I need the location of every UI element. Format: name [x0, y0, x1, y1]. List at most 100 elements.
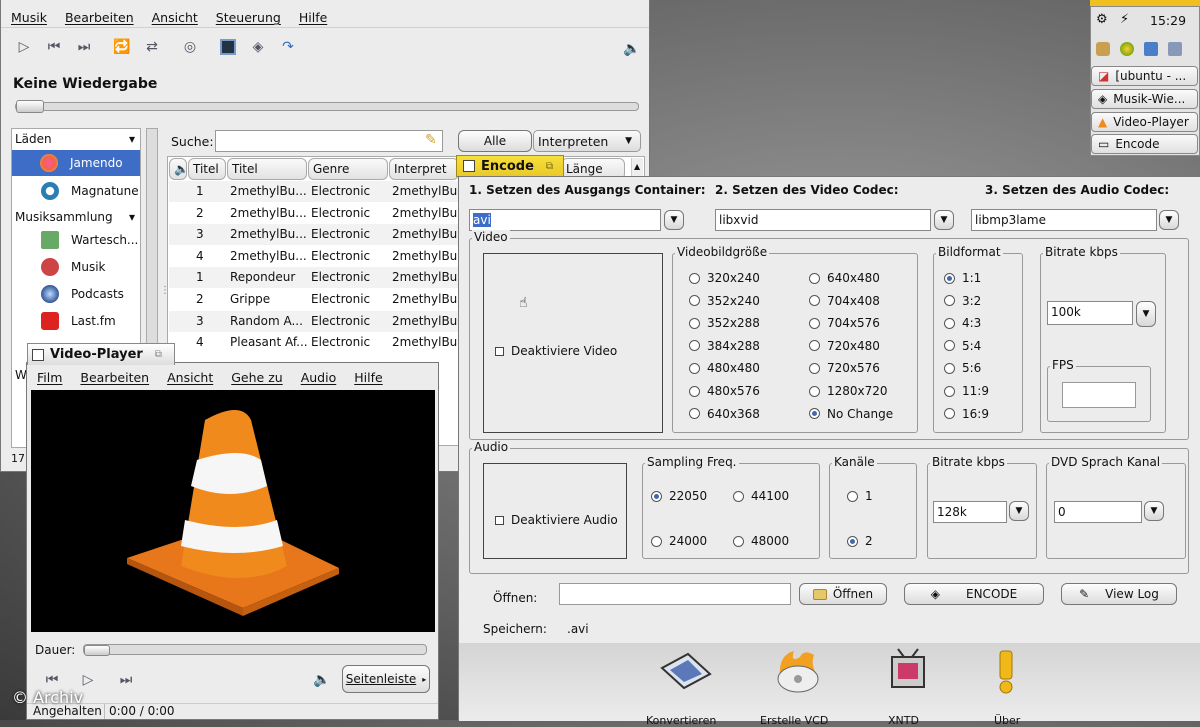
radio-indicator[interactable]: [847, 535, 858, 547]
radio-indicator[interactable]: [689, 362, 700, 374]
search-input[interactable]: [215, 130, 443, 152]
about-icon[interactable]: [976, 645, 1036, 697]
browser-icon[interactable]: [1120, 42, 1134, 56]
radio-indicator[interactable]: [847, 490, 858, 502]
frame-size-radio[interactable]: 640x480: [809, 271, 880, 285]
table-row[interactable]: 1 2methylBu... Electronic 2methylBu...: [169, 181, 469, 202]
radio-indicator[interactable]: [689, 317, 700, 329]
frame-size-radio[interactable]: 720x480: [809, 339, 880, 353]
next-icon[interactable]: ⏭: [115, 669, 137, 691]
network-icon[interactable]: ⚙: [1096, 12, 1108, 27]
aspect-radio[interactable]: 11:9: [944, 384, 989, 398]
frame-size-radio[interactable]: 640x368: [689, 407, 760, 421]
xntd-tool-icon[interactable]: [878, 645, 938, 697]
encode-button[interactable]: ◈ ENCODE: [904, 583, 1044, 605]
task-music-player[interactable]: ◈ Musik-Wie...: [1091, 89, 1198, 109]
repeat-icon[interactable]: 🔁: [111, 36, 133, 58]
column-header-title[interactable]: Titel: [227, 158, 307, 180]
radio-indicator[interactable]: [944, 362, 955, 374]
sidebar-toggle-button[interactable]: Seitenleiste ▸: [342, 665, 430, 693]
frame-size-radio[interactable]: 480x480: [689, 361, 760, 375]
frame-size-radio[interactable]: No Change: [809, 407, 893, 421]
clock[interactable]: 15:29: [1150, 13, 1186, 28]
position-slider-handle[interactable]: [16, 100, 44, 113]
video-canvas[interactable]: [31, 390, 435, 632]
column-header-status[interactable]: 🔈: [169, 158, 187, 180]
frame-size-radio[interactable]: 384x288: [689, 339, 760, 353]
table-row[interactable]: 4 Pleasant Af... Electronic 2methylBu...: [169, 332, 469, 354]
radio-indicator[interactable]: [651, 490, 662, 502]
visualization-icon[interactable]: [217, 36, 239, 58]
radio-indicator[interactable]: [689, 295, 700, 307]
frame-size-radio[interactable]: 352x288: [689, 316, 760, 330]
radio-indicator[interactable]: [689, 272, 700, 284]
radio-indicator[interactable]: [809, 340, 820, 352]
audio-bitrate-combo[interactable]: 128k: [933, 501, 1007, 523]
sidebar-item-podcasts[interactable]: Podcasts: [13, 281, 139, 307]
radio-indicator[interactable]: [944, 272, 955, 284]
window-menu-icon[interactable]: [32, 348, 44, 361]
view-log-button[interactable]: ✎ View Log: [1061, 583, 1177, 605]
menu-musik[interactable]: Musik: [11, 10, 47, 25]
menu-ansicht[interactable]: Ansicht: [152, 10, 198, 25]
table-row[interactable]: 3 Random A... Electronic 2methylBu...: [169, 310, 469, 332]
dvd-channel-combo[interactable]: 0: [1054, 501, 1142, 523]
clear-search-icon[interactable]: ✎: [425, 132, 437, 148]
table-row-handle[interactable]: ⋮: [160, 285, 170, 296]
frame-size-radio[interactable]: 480x576: [689, 384, 760, 398]
radio-indicator[interactable]: [809, 385, 820, 397]
open-button[interactable]: Öffnen: [799, 583, 887, 605]
open-path-input[interactable]: [559, 583, 791, 605]
duration-slider[interactable]: [83, 644, 427, 656]
menu-hilfe[interactable]: Hilfe: [354, 370, 382, 385]
table-row[interactable]: 2 Grippe Electronic 2methylBu...: [169, 289, 469, 310]
update-icon[interactable]: ⚡: [1120, 12, 1129, 27]
audio-bitrate-dropdown[interactable]: ▼: [1009, 501, 1029, 521]
task-video-player[interactable]: ▲ Video-Player: [1091, 112, 1198, 132]
window-menu-icon[interactable]: [463, 160, 475, 172]
position-slider[interactable]: [15, 100, 639, 113]
next-icon[interactable]: ⏭: [73, 36, 95, 58]
menu-gehe-zu[interactable]: Gehe zu: [231, 370, 282, 385]
menu-hilfe[interactable]: Hilfe: [299, 10, 327, 25]
shuffle-icon[interactable]: ⇄: [141, 36, 163, 58]
maximize-icon[interactable]: ⧉: [546, 161, 553, 172]
table-row[interactable]: 2 2methylBu... Electronic 2methylBu...: [169, 202, 469, 224]
fps-input[interactable]: [1062, 382, 1136, 408]
sidebar-item-music[interactable]: Musik: [13, 254, 139, 280]
volume-icon[interactable]: 🔈: [621, 38, 643, 60]
frame-size-radio[interactable]: 720x576: [809, 361, 880, 375]
table-row[interactable]: 1 Repondeur Electronic 2methylBu...: [169, 267, 469, 289]
settings-icon[interactable]: [1168, 42, 1182, 56]
sidebar-item-queue[interactable]: Wartesch...: [13, 227, 139, 253]
filter-select[interactable]: Interpreten ▼: [533, 130, 641, 152]
chevron-down-icon[interactable]: ▾: [129, 210, 135, 224]
import-icon[interactable]: ◎: [179, 36, 201, 58]
column-header-track[interactable]: Titel: [188, 158, 226, 180]
sidebar-item-magnatune[interactable]: Magnatune: [13, 178, 139, 204]
radio-indicator[interactable]: [809, 295, 820, 307]
jump-icon[interactable]: ↷: [277, 36, 299, 58]
radio-indicator[interactable]: [944, 295, 955, 307]
audio-codec-combo[interactable]: libmp3lame: [971, 209, 1157, 231]
maximize-icon[interactable]: ⧉: [155, 349, 162, 360]
task-encode[interactable]: ▭ Encode: [1091, 134, 1198, 154]
container-dropdown[interactable]: ▼: [664, 210, 684, 230]
radio-indicator[interactable]: [733, 535, 744, 547]
chevron-down-icon[interactable]: ▾: [129, 132, 135, 146]
previous-icon[interactable]: ⏮: [43, 36, 65, 58]
frame-size-radio[interactable]: 1280x720: [809, 384, 888, 398]
sampling-radio[interactable]: 22050: [651, 489, 707, 503]
aspect-radio[interactable]: 5:6: [944, 361, 981, 375]
aspect-radio[interactable]: 4:3: [944, 316, 981, 330]
scroll-up-icon[interactable]: ▲: [632, 162, 640, 171]
checkbox-box[interactable]: [495, 515, 504, 525]
radio-indicator[interactable]: [651, 535, 662, 547]
frame-size-radio[interactable]: 352x240: [689, 294, 760, 308]
radio-indicator[interactable]: [944, 385, 955, 397]
container-combo[interactable]: avi: [469, 209, 661, 231]
radio-indicator[interactable]: [689, 408, 700, 420]
radio-indicator[interactable]: [689, 385, 700, 397]
convert-tool-icon[interactable]: [656, 645, 716, 697]
disable-audio-checkbox[interactable]: Deaktiviere Audio: [495, 513, 623, 527]
